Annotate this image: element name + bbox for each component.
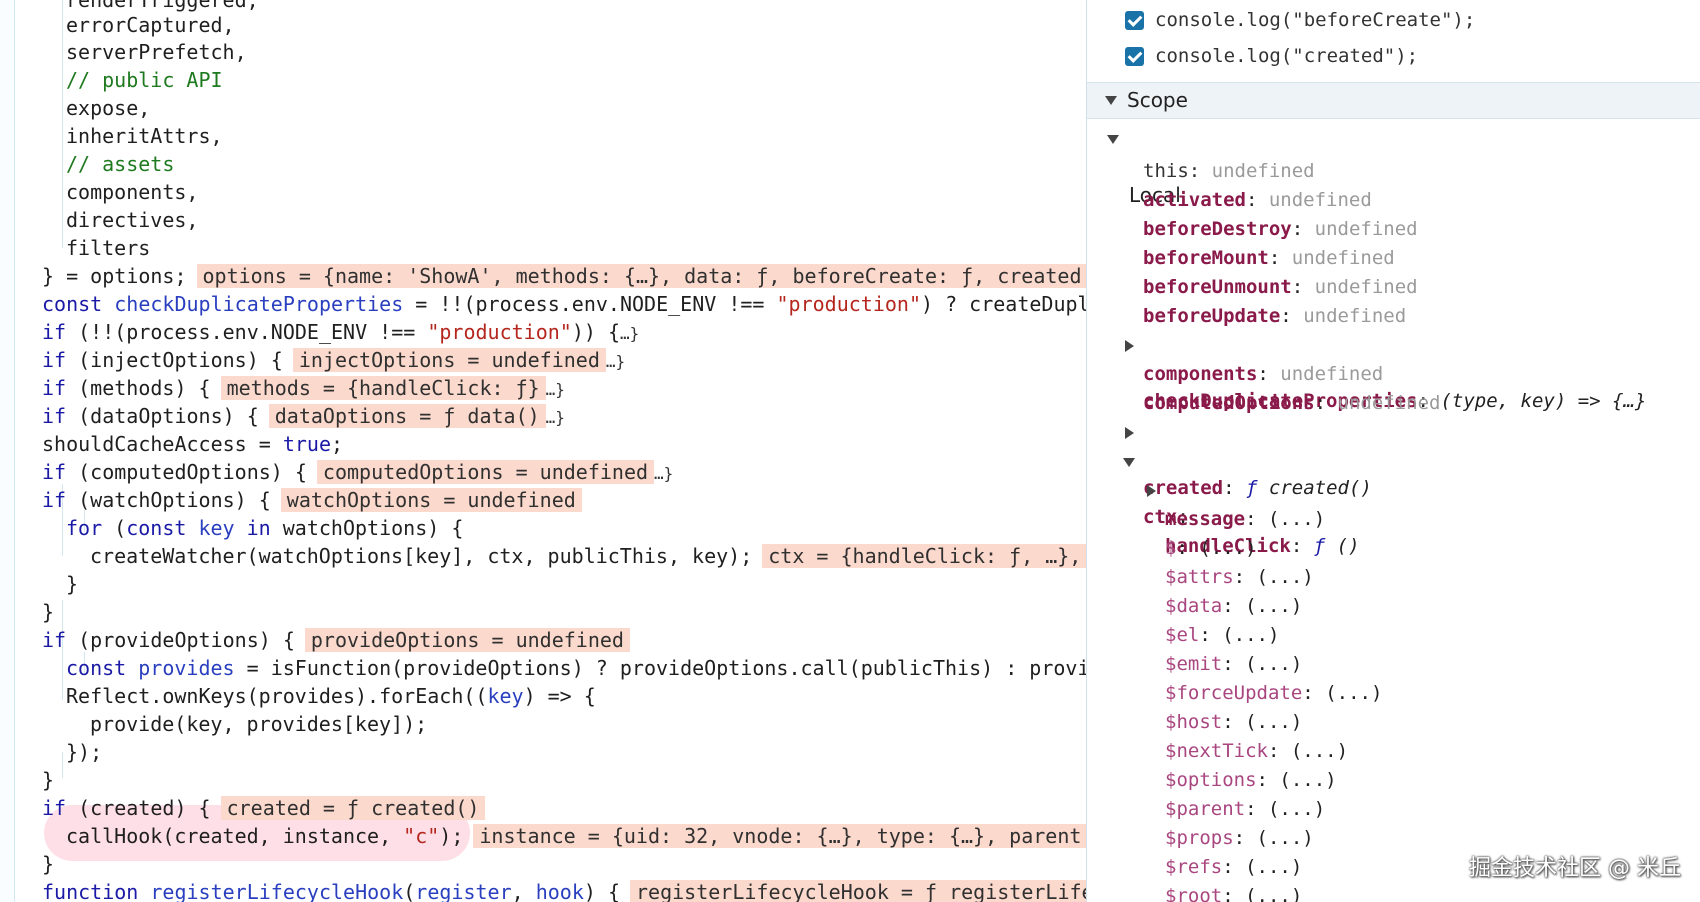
scope-var-created[interactable]: created: ƒ created() xyxy=(1125,418,1372,499)
inline-value[interactable]: instance = {uid: 32, vnode: {…}, type: {… xyxy=(473,824,1086,848)
inline-value[interactable]: computedOptions = undefined xyxy=(316,460,655,484)
ctx-handleClick[interactable]: handleClick: ƒ () xyxy=(1147,476,1360,557)
ctx-dollar[interactable]: $: (...) xyxy=(1165,534,1257,562)
code-line: expose, xyxy=(66,96,151,120)
debugger-sidebar: console.log("beforeCreate"); console.log… xyxy=(1086,0,1700,902)
expand-triangle-icon xyxy=(1105,96,1117,105)
ctx-attrs[interactable]: $attrs: (...) xyxy=(1165,563,1314,591)
code-line: if (computedOptions) {computedOptions = … xyxy=(42,460,674,484)
ctx-host[interactable]: $host: (...) xyxy=(1165,708,1302,736)
code-line: inheritAttrs, xyxy=(66,124,223,148)
inline-value[interactable]: injectOptions = undefined xyxy=(292,348,606,372)
code-line: } xyxy=(42,768,55,792)
code-line: if (!!(process.env.NODE_ENV !== "product… xyxy=(42,320,640,344)
code-line: if (methods) {methods = {handleClick: ƒ}… xyxy=(42,376,565,400)
scope-var-activated[interactable]: activated: undefined xyxy=(1143,186,1372,214)
expand-triangle-icon xyxy=(1107,135,1119,144)
ctx-el[interactable]: $el: (...) xyxy=(1165,621,1279,649)
ctx-message[interactable]: message: (...) xyxy=(1165,505,1325,533)
watermark: 掘金技术社区 @ 米丘 xyxy=(1469,856,1681,881)
ctx-root[interactable]: $root: (...) xyxy=(1165,882,1302,902)
scope-var-this[interactable]: this: undefined xyxy=(1143,157,1315,185)
ctx-parent[interactable]: $parent: (...) xyxy=(1165,795,1325,823)
indent-guide xyxy=(62,752,63,778)
breakpoint-item[interactable]: console.log("beforeCreate"); xyxy=(1125,4,1475,36)
scope-section-header[interactable]: Scope xyxy=(1087,82,1700,119)
fold-toggle[interactable]: …} xyxy=(654,464,673,483)
expand-triangle-icon[interactable] xyxy=(1123,458,1135,467)
ctx-forceUpdate[interactable]: $forceUpdate: (...) xyxy=(1165,679,1382,707)
code-line: } xyxy=(42,600,55,624)
code-line: if (watchOptions) {watchOptions = undefi… xyxy=(42,486,582,514)
scope-var-computedOptions[interactable]: computedOptions: undefined xyxy=(1143,389,1440,417)
code-line: errorCaptured, xyxy=(66,13,235,37)
fold-toggle[interactable]: …} xyxy=(546,380,565,399)
inline-value[interactable]: created = ƒ created() xyxy=(220,796,486,820)
code-editor[interactable]: renderTriggered, errorCaptured, serverPr… xyxy=(0,0,1086,902)
ctx-options[interactable]: $options: (...) xyxy=(1165,766,1337,794)
code-line: if (injectOptions) {injectOptions = unde… xyxy=(42,348,626,372)
code-line: // public API xyxy=(66,68,223,92)
inline-value[interactable]: provideOptions = undefined xyxy=(304,628,630,652)
inline-value[interactable]: registerLifecycleHook = ƒ registerLife xyxy=(630,880,1086,902)
code-line-paused: callHook(created, instance, "c"); instanc… xyxy=(66,822,1086,850)
inline-value[interactable]: options = {name: 'ShowA', methods: {…}, … xyxy=(196,264,1086,288)
breakpoint-checkbox[interactable] xyxy=(1125,47,1144,66)
indent-guide xyxy=(62,0,63,248)
code-lines: renderTriggered, errorCaptured, serverPr… xyxy=(42,0,1086,902)
expand-triangle-icon[interactable] xyxy=(1125,427,1134,439)
code-line: Reflect.ownKeys(provides).forEach((key) … xyxy=(66,684,596,708)
code-line: function registerLifecycleHook(register,… xyxy=(42,878,1086,902)
code-line: provide(key, provides[key]); xyxy=(90,712,428,736)
scope-var-ctx[interactable]: ctx: xyxy=(1123,447,1189,528)
code-line: serverPrefetch, xyxy=(66,40,247,64)
code-line: // assets xyxy=(66,152,175,176)
scope-local[interactable]: Local xyxy=(1107,125,1181,207)
code-line: if (created) {created = ƒ created() xyxy=(42,794,486,822)
code-line: } = options; options = {name: 'ShowA', me… xyxy=(42,262,1086,290)
inline-value[interactable]: watchOptions = undefined xyxy=(280,488,582,512)
ctx-props[interactable]: $props: (...) xyxy=(1165,824,1314,852)
code-line: createWatcher(watchOptions[key], ctx, pu… xyxy=(90,542,1086,570)
ctx-nextTick[interactable]: $nextTick: (...) xyxy=(1165,737,1348,765)
expand-triangle-icon[interactable] xyxy=(1147,485,1156,497)
inline-value[interactable]: methods = {handleClick: ƒ} xyxy=(220,376,546,400)
scope-title: Scope xyxy=(1127,88,1188,112)
scope-var-beforeUpdate[interactable]: beforeUpdate: undefined xyxy=(1143,302,1406,330)
fold-toggle[interactable]: …} xyxy=(606,352,625,371)
expand-triangle-icon[interactable] xyxy=(1125,340,1134,352)
inline-value[interactable]: ctx = {handleClick: ƒ, …}, xyxy=(762,544,1086,568)
code-line: const provides = isFunction(provideOptio… xyxy=(66,656,1086,680)
fold-toggle[interactable]: …} xyxy=(620,324,639,343)
inline-value[interactable]: dataOptions = ƒ data() xyxy=(268,404,546,428)
scope-var-beforeMount[interactable]: beforeMount: undefined xyxy=(1143,244,1395,272)
code-line: filters xyxy=(66,236,151,260)
breakpoint-label: console.log("beforeCreate"); xyxy=(1155,9,1476,31)
code-line: }); xyxy=(66,740,103,764)
code-line: shouldCacheAccess = true; xyxy=(42,432,344,456)
scope-var-components[interactable]: components: undefined xyxy=(1143,360,1383,388)
breakpoint-item[interactable]: console.log("created"); xyxy=(1125,40,1418,72)
code-line: if (provideOptions) {provideOptions = un… xyxy=(42,626,630,654)
ctx-data[interactable]: $data: (...) xyxy=(1165,592,1302,620)
scope-var-checkDuplicateProperties[interactable]: checkDuplicateProperties: (type, key) =>… xyxy=(1125,331,1646,412)
code-line: for (const key in watchOptions) { xyxy=(66,516,464,540)
line-gutter[interactable] xyxy=(0,0,15,902)
ctx-emit[interactable]: $emit: (...) xyxy=(1165,650,1302,678)
ctx-refs[interactable]: $refs: (...) xyxy=(1165,853,1302,881)
breakpoint-label: console.log("created"); xyxy=(1155,45,1419,67)
code-line: } xyxy=(66,572,79,596)
code-line: components, xyxy=(66,180,199,204)
fold-toggle[interactable]: …} xyxy=(546,408,565,427)
code-line: directives, xyxy=(66,208,199,232)
scope-var-beforeDestroy[interactable]: beforeDestroy: undefined xyxy=(1143,215,1418,243)
breakpoint-checkbox[interactable] xyxy=(1125,11,1144,30)
code-line: const checkDuplicateProperties = !!(proc… xyxy=(42,292,1086,316)
code-line: if (dataOptions) {dataOptions = ƒ data()… xyxy=(42,404,565,428)
code-line: } xyxy=(42,852,55,876)
scope-var-beforeUnmount[interactable]: beforeUnmount: undefined xyxy=(1143,273,1418,301)
